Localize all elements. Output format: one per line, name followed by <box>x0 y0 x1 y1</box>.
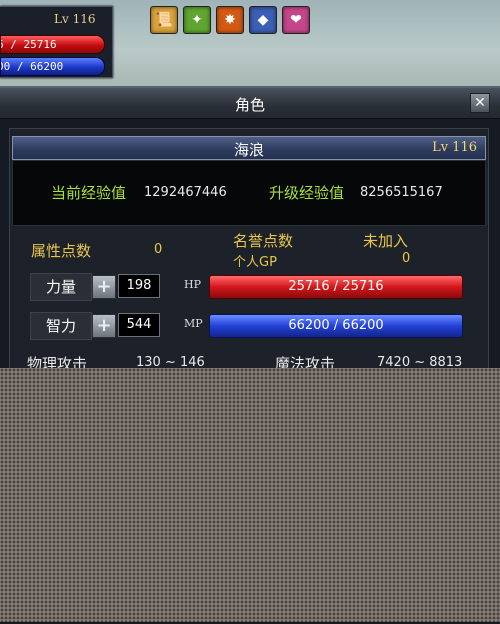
hud-hp-bar: 6 / 25716 <box>0 35 105 54</box>
player-hud: Lv 116 6 / 25716 00 / 66200 <box>0 6 113 78</box>
window-titlebar[interactable]: 角色 ✕ <box>0 88 500 119</box>
mp-label: MP <box>184 317 203 330</box>
character-name-bar: 海浪 Lv 116 <box>12 136 486 160</box>
personal-gp-value: 0 <box>402 251 411 266</box>
heart-buff-icon[interactable]: ❤ <box>282 6 310 34</box>
character-name: 海浪 <box>233 141 264 159</box>
nature-buff-icon[interactable]: ✦ <box>183 6 211 34</box>
current-exp-label: 当前经验值 <box>51 184 127 202</box>
intelligence-label: 智力 <box>30 312 92 340</box>
add-strength-button[interactable]: + <box>92 275 116 299</box>
scroll-buff-icon[interactable]: 📜 <box>150 6 178 34</box>
strength-value: 198 <box>118 274 160 298</box>
window-title: 角色 <box>234 96 265 114</box>
mp-bar: 66200 / 66200 <box>209 314 463 338</box>
intelligence-row: 智力 + 544 MP 66200 / 66200 <box>30 312 463 340</box>
character-level: Lv 116 <box>432 140 477 155</box>
add-intelligence-button[interactable]: + <box>92 314 116 338</box>
hud-level: Lv 116 <box>54 12 96 26</box>
hud-mp-bar: 00 / 66200 <box>0 57 105 76</box>
attr-points-label: 属性点数 <box>31 242 92 260</box>
close-button[interactable]: ✕ <box>470 93 490 113</box>
honor-points-value: 未加入 <box>363 232 409 250</box>
buff-bar: 📜 ✦ ✸ ◆ ❤ <box>150 6 310 34</box>
attr-points-value: 0 <box>154 242 163 257</box>
pixelated-occlusion <box>0 368 500 622</box>
next-exp-value: 8256515167 <box>360 185 443 200</box>
strength-label: 力量 <box>30 273 92 301</box>
personal-gp-label: 个人GP <box>233 255 277 270</box>
next-exp-label: 升级经验值 <box>269 184 345 202</box>
experience-box: 当前经验值 1292467446 升级经验值 8256515167 <box>12 160 486 226</box>
hp-label: HP <box>184 278 201 291</box>
strength-row: 力量 + 198 HP 25716 / 25716 <box>30 273 463 301</box>
hp-bar: 25716 / 25716 <box>209 275 463 299</box>
current-exp-value: 1292467446 <box>144 185 227 200</box>
fire-buff-icon[interactable]: ✸ <box>216 6 244 34</box>
gem-buff-icon[interactable]: ◆ <box>249 6 277 34</box>
honor-points-label: 名誉点数 <box>233 232 294 250</box>
intelligence-value: 544 <box>118 313 160 337</box>
